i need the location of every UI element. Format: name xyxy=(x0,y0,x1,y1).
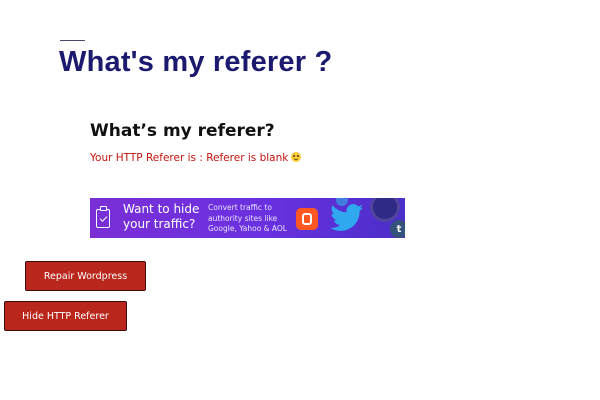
section-heading: What’s my referer? xyxy=(90,121,275,141)
blogger-icon xyxy=(296,208,318,230)
clipboard-check-icon xyxy=(96,206,110,228)
header-divider xyxy=(60,40,85,41)
referer-status-text: Your HTTP Referer is : Referer is blank xyxy=(90,152,289,164)
ad-subtext: Convert traffic to authority sites like … xyxy=(208,203,287,233)
hide-http-referer-button[interactable]: Hide HTTP Referer xyxy=(4,301,127,331)
referer-status: Your HTTP Referer is : Referer is blank xyxy=(90,152,302,164)
repair-wordpress-button[interactable]: Repair Wordpress xyxy=(25,261,146,291)
smiley-icon xyxy=(291,152,302,162)
ad-banner[interactable]: Want to hide your traffic? Convert traff… xyxy=(90,198,405,238)
page-title: What's my referer ? xyxy=(59,46,333,78)
twitter-icon xyxy=(330,204,364,231)
ad-headline: Want to hide your traffic? xyxy=(123,202,200,231)
tumblr-icon: t xyxy=(390,220,405,238)
peace-icon xyxy=(370,198,400,222)
